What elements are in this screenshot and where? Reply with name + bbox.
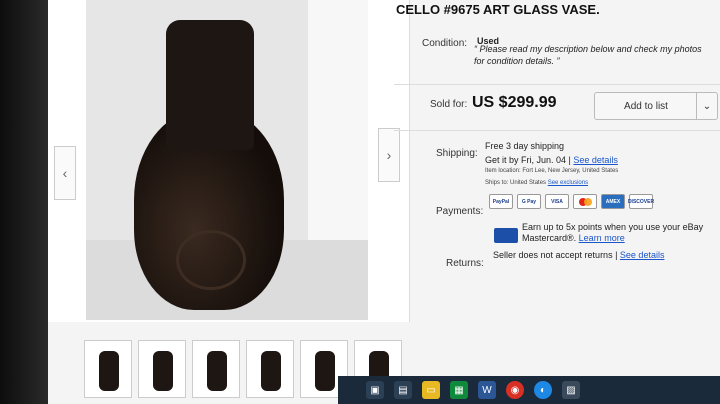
credit-card-icon (494, 228, 518, 243)
edge-icon[interactable]: ◐ (534, 381, 552, 399)
shipping-free: Free 3 day shipping (485, 141, 565, 151)
monitor-bezel (0, 0, 48, 404)
shipping-label: Shipping: (436, 148, 478, 159)
returns-text: Seller does not accept returns | (493, 250, 618, 260)
delivery-date: Get it by Fri, Jun. 04 | (485, 155, 571, 165)
chrome-icon[interactable]: ◉ (506, 381, 524, 399)
item-location: Item location: Fort Lee, New Jersey, Uni… (485, 168, 619, 174)
price-value: US $299.99 (472, 94, 557, 111)
task-view-icon[interactable]: ▣ (366, 381, 384, 399)
excel-icon[interactable]: ▦ (450, 381, 468, 399)
chevron-left-icon[interactable]: ‹ (54, 146, 76, 200)
paypal-icon: PayPal (489, 194, 513, 209)
returns-see-details-link[interactable]: See details (620, 250, 665, 260)
store-icon[interactable]: ▤ (394, 381, 412, 399)
listing-title: CELLO #9675 ART GLASS VASE. (396, 2, 600, 17)
browser-screen: ‹ › CELLO #9675 ART GLASS VASE. Conditio… (48, 0, 720, 404)
divider (394, 84, 720, 85)
file-explorer-icon[interactable]: ▭ (422, 381, 440, 399)
ships-to: Ships to: United States See exclusions (485, 180, 588, 186)
add-to-list-button[interactable]: Add to list (594, 92, 698, 120)
learn-more-link[interactable]: Learn more (579, 233, 625, 243)
returns-policy: Seller does not accept returns | See det… (493, 250, 664, 260)
ships-to-text: Ships to: United States (485, 180, 547, 186)
payments-label: Payments: (436, 206, 484, 217)
gpay-icon: G Pay (517, 194, 541, 209)
mastercard-icon (573, 194, 597, 209)
discover-icon: DISCOVER (628, 194, 654, 209)
thumbnail[interactable] (192, 340, 240, 398)
image-gallery: ‹ › (48, 0, 410, 322)
vase-neck (166, 20, 254, 150)
main-product-photo[interactable] (86, 0, 368, 320)
vase-scroll-detail (176, 230, 246, 290)
payment-methods: PayPal G Pay VISA AMEX DISCOVER (489, 194, 654, 209)
divider (394, 130, 720, 131)
ebay-mastercard-offer: Earn up to 5x points when you use your e… (522, 222, 718, 245)
visa-icon: VISA (545, 194, 569, 209)
word-icon[interactable]: W (478, 381, 496, 399)
chevron-down-icon[interactable]: ⌄ (696, 92, 718, 120)
listing-details: CELLO #9675 ART GLASS VASE. Condition: U… (384, 0, 720, 404)
thumbnail[interactable] (246, 340, 294, 398)
condition-description: “ Please read my description below and c… (474, 44, 702, 66)
thumbnail[interactable] (138, 340, 186, 398)
see-exclusions-link[interactable]: See exclusions (548, 180, 588, 186)
see-details-link[interactable]: See details (573, 155, 618, 165)
amex-icon: AMEX (601, 194, 625, 209)
returns-label: Returns: (446, 258, 484, 269)
sold-for-label: Sold for: (430, 99, 468, 110)
windows-taskbar: ▣ ▤ ▭ ▦ W ◉ ◐ ▨ (338, 376, 720, 404)
thumbnail[interactable] (84, 340, 132, 398)
delivery-estimate: Get it by Fri, Jun. 04 | See details (485, 155, 618, 165)
condition-label: Condition: (422, 38, 468, 49)
app-icon[interactable]: ▨ (562, 381, 580, 399)
